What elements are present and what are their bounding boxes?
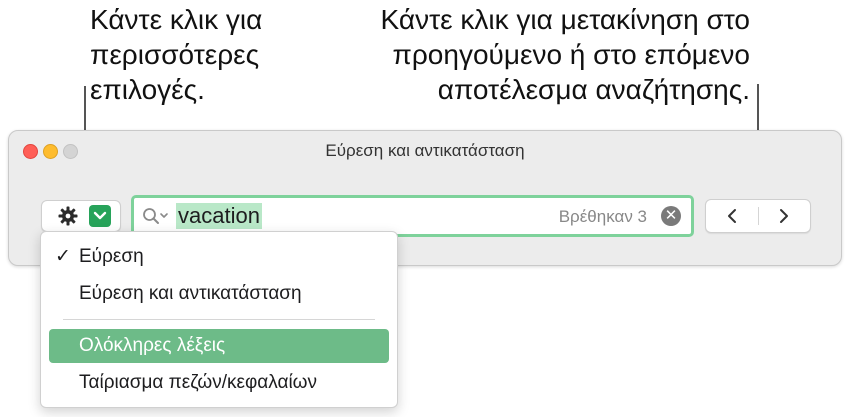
menu-item-find[interactable]: ✓ Εύρεση [49, 240, 389, 274]
title-bar: Εύρεση και αντικατάσταση [9, 131, 841, 171]
search-icon[interactable] [142, 207, 170, 225]
callout-line: επιλογές. [90, 74, 205, 105]
search-input[interactable]: vacation [176, 203, 262, 229]
next-result-button[interactable] [758, 200, 810, 232]
callout-navigation: Κάντε κλικ για μετακίνηση στο προηγούμεν… [330, 2, 750, 107]
window-title: Εύρεση και αντικατάσταση [325, 141, 525, 160]
menu-item-label: Εύρεση [79, 246, 144, 267]
previous-result-button[interactable] [706, 200, 758, 232]
callout-line: αποτέλεσμα αναζήτησης. [437, 74, 750, 105]
chevron-down-icon[interactable] [89, 205, 111, 227]
menu-item-match-case[interactable]: Ταίριασμα πεζών/κεφαλαίων [49, 366, 389, 400]
callout-line: περισσότερες [90, 39, 260, 70]
menu-item-find-replace[interactable]: Εύρεση και αντικατάσταση [49, 277, 389, 311]
callout-line: προηγούμενο ή στο επόμενο [392, 39, 750, 70]
menu-separator [63, 319, 375, 320]
menu-item-label: Εύρεση και αντικατάσταση [79, 283, 302, 304]
gear-icon [58, 206, 78, 226]
checkmark-icon: ✓ [55, 246, 71, 267]
menu-item-whole-words[interactable]: Ολόκληρες λέξεις [49, 329, 389, 363]
options-menu-button[interactable] [41, 200, 121, 232]
menu-item-label: Ολόκληρες λέξεις [79, 335, 226, 356]
callout-line: Κάντε κλικ για [90, 4, 263, 35]
clear-search-icon[interactable]: ✕ [661, 206, 681, 226]
results-count: Βρέθηκαν 3 [558, 207, 647, 226]
callout-line: Κάντε κλικ για μετακίνηση στο [380, 4, 750, 35]
chevron-right-icon [780, 209, 788, 223]
result-navigation [705, 199, 811, 233]
callout-more-options: Κάντε κλικ για περισσότερες επιλογές. [90, 2, 320, 107]
menu-item-label: Ταίριασμα πεζών/κεφαλαίων [79, 372, 318, 393]
chevron-left-icon [728, 209, 736, 223]
options-dropdown-menu: ✓ Εύρεση Εύρεση και αντικατάσταση Ολόκλη… [40, 231, 398, 408]
